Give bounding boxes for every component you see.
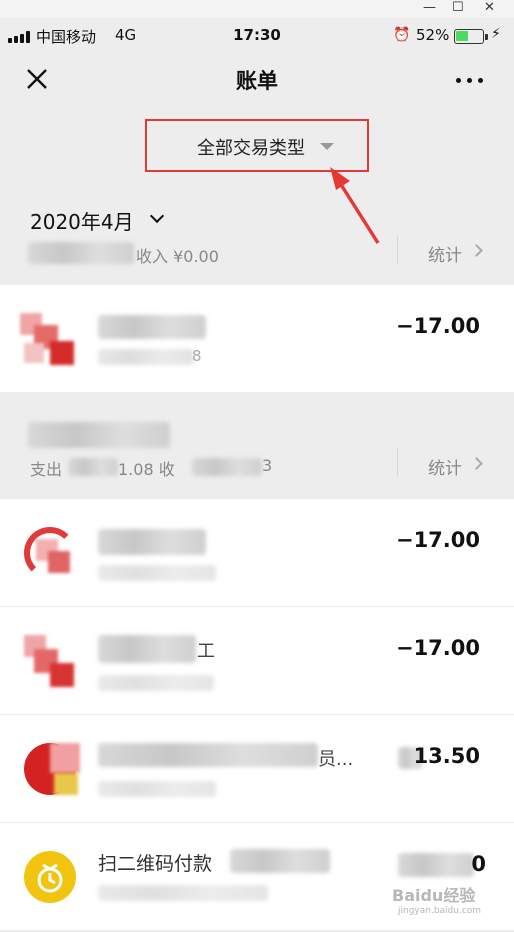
minimize-icon[interactable]: — bbox=[423, 0, 436, 16]
merchant-avatar bbox=[20, 313, 76, 365]
stats-link[interactable]: 统计 bbox=[428, 241, 462, 266]
battery-cap bbox=[485, 34, 488, 40]
maximize-icon[interactable]: ☐ bbox=[452, 0, 464, 16]
stats-link[interactable]: 统计 bbox=[428, 454, 462, 479]
blurred-subtext bbox=[98, 565, 216, 581]
row-name-suffix: 工 bbox=[197, 641, 215, 662]
transaction-row[interactable]: −17.00 bbox=[0, 499, 514, 606]
divider bbox=[397, 236, 398, 264]
month-selector[interactable]: 2020年4月 bbox=[30, 206, 134, 235]
window-close-icon[interactable]: ✕ bbox=[484, 0, 495, 16]
filter-label: 全部交易类型 bbox=[197, 138, 305, 159]
merchant-avatar bbox=[24, 743, 80, 795]
group-summary: 支出 1.08 收 3 统计 bbox=[0, 392, 514, 499]
watermark-url: jingyan.baidu.com bbox=[398, 906, 482, 916]
chevron-down-icon[interactable] bbox=[149, 208, 165, 224]
expense-label: 支出 bbox=[30, 460, 63, 479]
status-bar: 中国移动 4G 17:30 ⏰ 52% ⚡ bbox=[0, 18, 514, 54]
merchant-avatar bbox=[24, 851, 76, 903]
transaction-amount: −17.00 bbox=[395, 314, 480, 338]
blurred-name bbox=[98, 529, 206, 555]
divider bbox=[397, 448, 398, 476]
more-options-icon[interactable] bbox=[452, 66, 488, 92]
expense-income-text: 1.08 收 bbox=[118, 460, 175, 479]
window-titlebar: — ☐ ✕ bbox=[0, 0, 514, 18]
transaction-type-filter[interactable]: 全部交易类型 bbox=[145, 119, 369, 172]
transaction-row[interactable]: 8 −17.00 bbox=[0, 285, 514, 392]
blurred-text bbox=[28, 242, 134, 264]
filter-bar: 全部交易类型 bbox=[0, 104, 514, 180]
blurred-subtext bbox=[98, 781, 216, 797]
page-title: 账单 bbox=[236, 69, 278, 93]
battery-percentage: 52% bbox=[416, 26, 450, 44]
alarm-icon: ⏰ bbox=[393, 27, 411, 43]
month-summary: 2020年4月 收入 ¥0.00 统计 bbox=[0, 180, 514, 285]
merchant-avatar bbox=[24, 527, 76, 579]
transaction-row[interactable]: 员... 13.50 bbox=[0, 715, 514, 822]
blurred-subtext bbox=[98, 675, 214, 691]
income-total: 收入 ¥0.00 bbox=[136, 247, 219, 266]
chevron-right-icon bbox=[470, 457, 483, 470]
chevron-right-icon bbox=[470, 244, 483, 257]
transaction-amount: 0 bbox=[471, 852, 486, 876]
transaction-name: 扫二维码付款 bbox=[98, 853, 213, 875]
blurred-name bbox=[98, 635, 196, 663]
row-subtext: 8 bbox=[192, 347, 202, 365]
nav-bar: 账单 bbox=[0, 54, 514, 104]
row-name-suffix: 员... bbox=[318, 749, 354, 770]
blurred-subtext bbox=[98, 885, 268, 901]
blurred-expense bbox=[68, 458, 118, 476]
blurred-amount bbox=[398, 853, 474, 877]
blurred-name bbox=[230, 849, 330, 873]
income-tail: 3 bbox=[262, 456, 273, 475]
caret-down-icon bbox=[320, 143, 334, 150]
battery-icon bbox=[454, 29, 484, 44]
blurred-group-title bbox=[28, 422, 170, 448]
blurred-name bbox=[98, 315, 206, 339]
merchant-avatar bbox=[24, 635, 76, 687]
blurred-income bbox=[192, 458, 262, 476]
transaction-amount: −17.00 bbox=[395, 636, 480, 660]
blurred-subtext bbox=[98, 349, 194, 365]
watermark-logo: Baidu经验 bbox=[392, 886, 476, 905]
close-icon[interactable] bbox=[24, 66, 50, 92]
transaction-amount: −17.00 bbox=[395, 528, 480, 552]
transaction-amount: 13.50 bbox=[413, 744, 480, 768]
blurred-name bbox=[98, 743, 318, 767]
charging-icon: ⚡ bbox=[491, 26, 501, 42]
transaction-row[interactable]: 工 −17.00 bbox=[0, 607, 514, 714]
